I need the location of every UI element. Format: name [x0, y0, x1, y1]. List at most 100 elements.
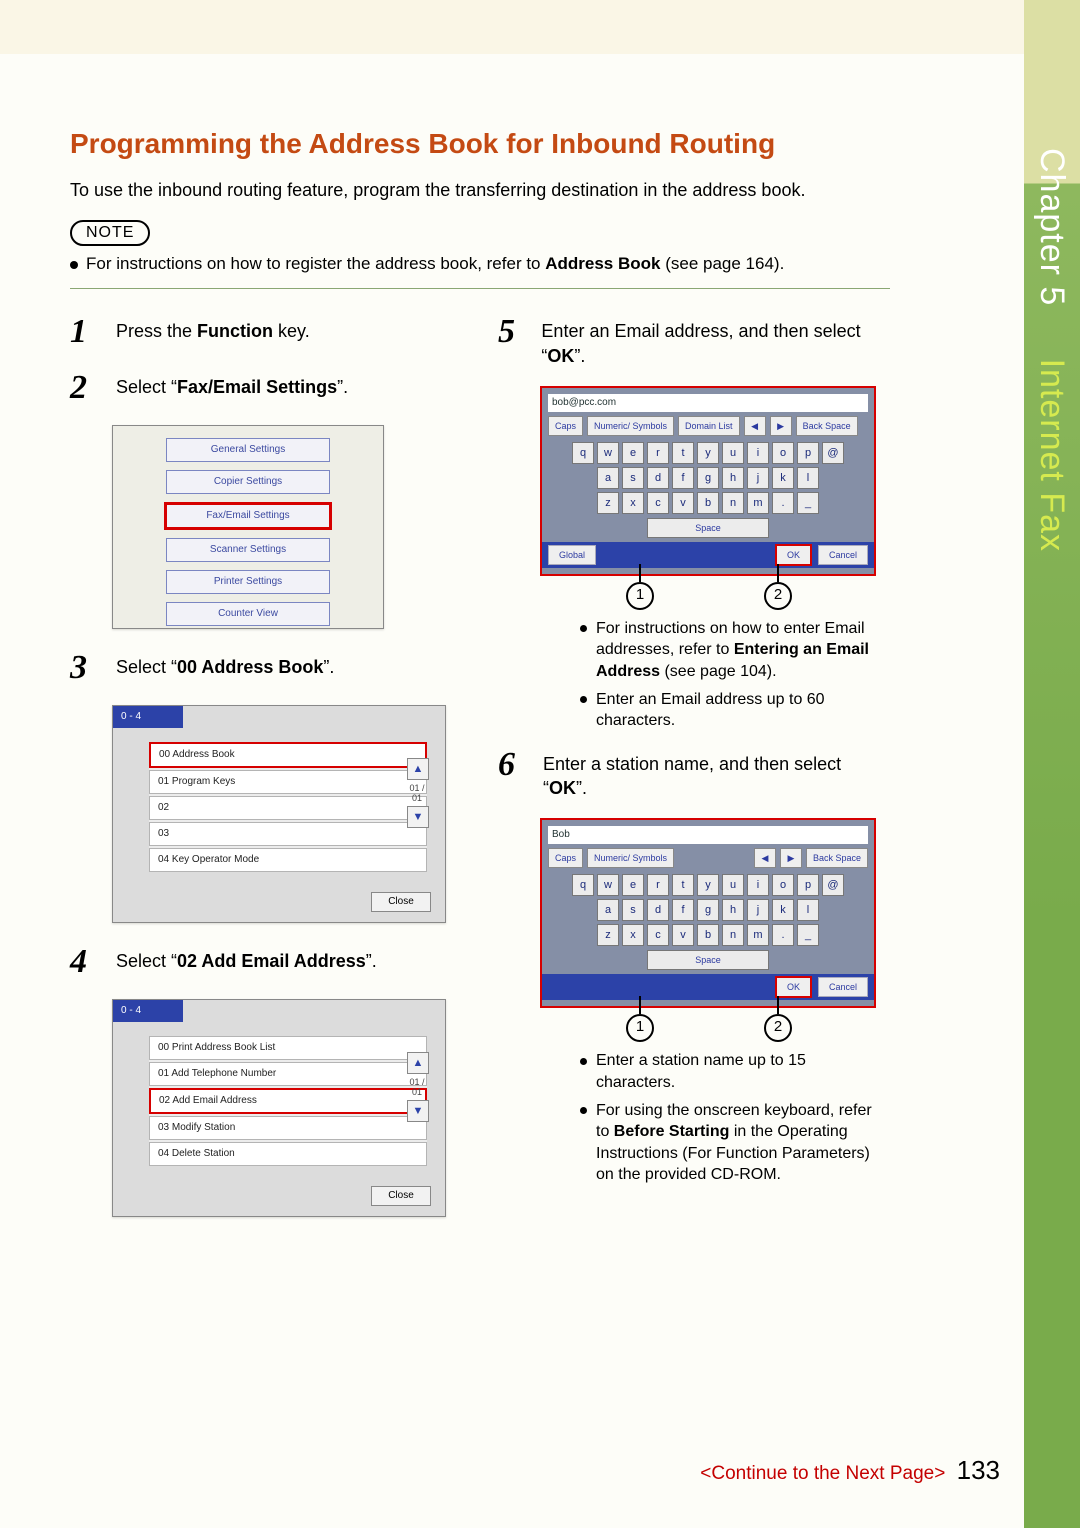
key: p: [797, 874, 819, 896]
key: s: [622, 899, 644, 921]
left-arrow-icon: ◀: [744, 416, 766, 436]
key: o: [772, 874, 794, 896]
step-2: 2 Select “Fax/Email Settings”.: [70, 369, 450, 407]
key: q: [572, 442, 594, 464]
menu-header: 0 - 4: [113, 1000, 183, 1022]
key: o: [772, 442, 794, 464]
key: r: [647, 874, 669, 896]
step-body: Press the Function key.: [116, 313, 310, 351]
chapter-title: Internet Fax: [1033, 359, 1071, 552]
step-body: Enter a station name, and then select “O…: [543, 746, 878, 801]
key: c: [647, 924, 669, 946]
key: d: [647, 467, 669, 489]
key: d: [647, 899, 669, 921]
key: w: [597, 442, 619, 464]
caps-button: Caps: [548, 416, 583, 436]
menu-page: 01 / 01: [407, 784, 427, 804]
menu-row-highlight: 00 Address Book: [149, 742, 427, 768]
key: j: [747, 467, 769, 489]
key: k: [772, 899, 794, 921]
step-1: 1 Press the Function key.: [70, 313, 450, 351]
screenshot-email-menu: 0 - 4 00 Print Address Book List 01 Add …: [112, 999, 446, 1217]
settings-item: Printer Settings: [166, 570, 330, 594]
cancel-button: Cancel: [818, 545, 868, 565]
cancel-button: Cancel: [818, 977, 868, 997]
left-arrow-icon: ◀: [754, 848, 776, 868]
key: r: [647, 442, 669, 464]
key: k: [772, 467, 794, 489]
key: f: [672, 467, 694, 489]
key: m: [747, 924, 769, 946]
keyboard-toolbar: Caps Numeric/ Symbols ◀ ▶ Back Space: [548, 848, 868, 868]
bullet-item: Enter an Email address up to 60 characte…: [580, 689, 878, 732]
key: @: [822, 874, 844, 896]
keyboard-input: Bob: [548, 826, 868, 844]
key: _: [797, 924, 819, 946]
separator: [70, 288, 890, 289]
chapter-sidebar: Chapter 5 Internet Fax: [1024, 0, 1080, 1528]
right-arrow-icon: ▶: [780, 848, 802, 868]
step-number: 3: [70, 649, 100, 687]
menu-list: 00 Address Book 01 Program Keys 02 03 04…: [149, 742, 427, 872]
step-4: 4 Select “02 Add Email Address”.: [70, 943, 450, 981]
key: t: [672, 442, 694, 464]
step-body: Select “00 Address Book”.: [116, 649, 334, 687]
step-body: Select “Fax/Email Settings”.: [116, 369, 348, 407]
screenshot-keyboard-email: bob@pcc.com Caps Numeric/ Symbols Domain…: [540, 386, 876, 576]
bullet-icon: [70, 261, 78, 269]
key: c: [647, 492, 669, 514]
step-5: 5 Enter an Email address, and then selec…: [498, 313, 878, 368]
key: t: [672, 874, 694, 896]
callouts: 1 2: [540, 582, 878, 610]
menu-page: 01 / 01: [407, 1078, 427, 1098]
key: v: [672, 924, 694, 946]
key: z: [597, 492, 619, 514]
note-line: For instructions on how to register the …: [70, 254, 890, 274]
key: i: [747, 874, 769, 896]
key: _: [797, 492, 819, 514]
key-row: qwertyuiop@: [542, 442, 874, 464]
backspace-button: Back Space: [806, 848, 868, 868]
backspace-button: Back Space: [796, 416, 858, 436]
key: b: [697, 492, 719, 514]
intro-text: To use the inbound routing feature, prog…: [70, 178, 890, 202]
step-6: 6 Enter a station name, and then select …: [498, 746, 878, 801]
key: x: [622, 924, 644, 946]
menu-row: 01 Add Telephone Number: [149, 1062, 427, 1086]
menu-row: 03 Modify Station: [149, 1116, 427, 1140]
note-text-pre: For instructions on how to register the …: [86, 254, 545, 273]
note-pill: NOTE: [70, 220, 150, 246]
key: @: [822, 442, 844, 464]
key: l: [797, 899, 819, 921]
bullets-step5: For instructions on how to enter Email a…: [540, 618, 878, 732]
step-body: Enter an Email address, and then select …: [541, 313, 878, 368]
key: w: [597, 874, 619, 896]
note-bold: Address Book: [545, 254, 660, 273]
key-row: zxcvbnm._: [542, 924, 874, 946]
key: s: [622, 467, 644, 489]
menu-row: 04 Delete Station: [149, 1142, 427, 1166]
settings-item: Counter View: [166, 602, 330, 626]
page-footer: <Continue to the Next Page> 133: [700, 1455, 1000, 1486]
right-arrow-icon: ▶: [770, 416, 792, 436]
scroll-down-icon: ▼: [407, 806, 429, 828]
key: .: [772, 924, 794, 946]
page-heading: Programming the Address Book for Inbound…: [70, 128, 890, 160]
space-key: Space: [647, 950, 769, 970]
numeric-symbols-button: Numeric/ Symbols: [587, 848, 674, 868]
settings-item: Copier Settings: [166, 470, 330, 494]
keyboard-toolbar: Caps Numeric/ Symbols Domain List ◀ ▶ Ba…: [548, 416, 868, 436]
key: p: [797, 442, 819, 464]
menu-scroll: ▲ 01 / 01 ▼: [407, 758, 427, 832]
key: e: [622, 442, 644, 464]
step-number: 1: [70, 313, 100, 351]
keyboard-input: bob@pcc.com: [548, 394, 868, 412]
settings-item-highlight: Fax/Email Settings: [164, 502, 332, 530]
key-row: asdfghjkl: [542, 467, 874, 489]
step-number: 4: [70, 943, 100, 981]
close-button: Close: [371, 1186, 431, 1206]
key: a: [597, 899, 619, 921]
key: n: [722, 924, 744, 946]
menu-row: 04 Key Operator Mode: [149, 848, 427, 872]
bullet-item: For using the onscreen keyboard, refer t…: [580, 1100, 878, 1186]
